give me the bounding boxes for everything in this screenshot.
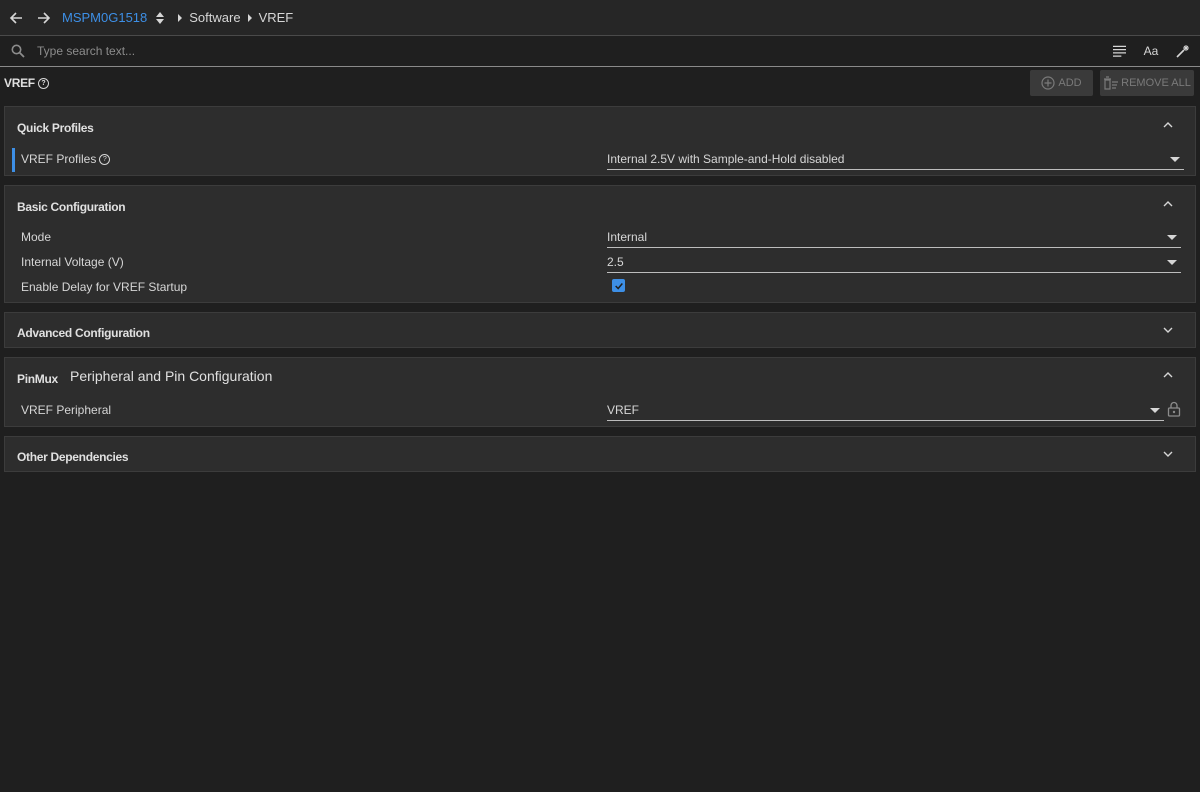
chevron-down-icon[interactable] [1163,450,1173,458]
breadcrumb-software[interactable]: Software [189,10,240,25]
search-bar: Aa [0,36,1200,67]
delete-all-icon [1104,76,1119,90]
remove-all-button-label: REMOVE ALL [1121,77,1191,89]
vref-peripheral-select[interactable]: VREF [607,399,1164,421]
mode-select[interactable]: Internal [607,226,1181,248]
search-input[interactable] [35,43,1079,59]
add-button-label: ADD [1058,77,1082,89]
internal-voltage-row: Internal Voltage (V) 2.5 [5,251,1195,273]
basic-configuration-panel: Basic Configuration Mode Internal Intern… [4,185,1196,303]
caret-down-icon [1167,235,1177,240]
vref-profiles-value: Internal 2.5V with Sample-and-Hold disab… [607,152,845,166]
caret-down-icon [1170,157,1180,162]
vref-profiles-label: VREF Profiles? [21,152,111,166]
chevron-up-icon[interactable] [1163,121,1173,129]
magic-wand-icon[interactable] [1174,42,1192,60]
other-dependencies-panel: Other Dependencies [4,436,1196,472]
search-icon [11,44,25,58]
pinmux-subtitle: Peripheral and Pin Configuration [70,368,273,384]
pinmux-panel: PinMux Peripheral and Pin Configuration … [4,357,1196,427]
forward-arrow-icon[interactable] [32,6,56,30]
basic-configuration-title[interactable]: Basic Configuration [17,200,126,214]
advanced-configuration-title[interactable]: Advanced Configuration [17,326,150,340]
add-button[interactable]: ADD [1030,70,1093,96]
vref-peripheral-value: VREF [607,403,640,417]
module-header: VREF? ADD REMOVE ALL [0,68,1200,100]
top-bar: MSPM0G1518 Software VREF [0,0,1200,36]
startup-delay-checkbox[interactable] [612,279,625,292]
breadcrumb-separator-icon [178,13,183,22]
page-title-text: VREF [4,76,35,90]
chevron-up-icon[interactable] [1163,371,1173,379]
page-title: VREF? [4,76,49,90]
caret-down-icon [1150,408,1160,413]
caret-down-icon [1167,260,1177,265]
remove-all-button[interactable]: REMOVE ALL [1100,70,1194,96]
vref-peripheral-label: VREF Peripheral [21,403,112,417]
quick-profiles-title[interactable]: Quick Profiles [17,121,94,135]
advanced-configuration-panel: Advanced Configuration [4,312,1196,348]
back-arrow-icon[interactable] [4,6,28,30]
search-toolbar: Aa [1110,42,1192,60]
check-icon [614,282,623,290]
list-view-icon[interactable] [1110,42,1128,60]
lock-icon[interactable] [1167,401,1181,417]
mode-row: Mode Internal [5,226,1195,248]
internal-voltage-value: 2.5 [607,255,624,269]
row-accent-bar [12,148,15,172]
startup-delay-label: Enable Delay for VREF Startup [21,280,188,294]
breadcrumb-vref[interactable]: VREF [259,10,294,25]
mode-value: Internal [607,230,648,244]
chevron-up-icon[interactable] [1163,200,1173,208]
font-size-icon[interactable]: Aa [1142,42,1160,60]
add-circle-icon [1041,76,1055,90]
other-dependencies-title[interactable]: Other Dependencies [17,450,129,464]
internal-voltage-select[interactable]: 2.5 [607,251,1181,273]
device-switch-icon[interactable] [155,11,165,25]
quick-profiles-panel: Quick Profiles VREF Profiles? Internal 2… [4,106,1196,176]
vref-profiles-label-text: VREF Profiles [21,152,97,166]
mode-label: Mode [21,230,52,244]
pinmux-title[interactable]: PinMux [17,372,58,386]
chevron-down-icon[interactable] [1163,326,1173,334]
internal-voltage-label: Internal Voltage (V) [21,255,124,269]
vref-profiles-select[interactable]: Internal 2.5V with Sample-and-Hold disab… [607,148,1184,170]
vref-profiles-row: VREF Profiles? Internal 2.5V with Sample… [5,148,1195,172]
device-name-link[interactable]: MSPM0G1518 [62,10,147,25]
startup-delay-row: Enable Delay for VREF Startup [5,276,1195,298]
breadcrumb-separator-icon [247,13,252,22]
help-icon[interactable]: ? [99,154,111,166]
help-icon[interactable]: ? [37,78,49,90]
vref-peripheral-row: VREF Peripheral VREF [5,399,1195,421]
